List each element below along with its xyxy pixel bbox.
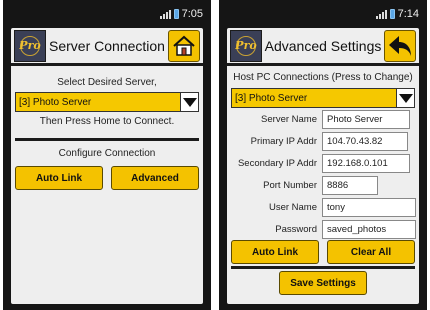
status-time: 7:14: [397, 8, 419, 20]
server-dropdown-value: [3] Photo Server: [235, 92, 308, 104]
auto-link-button[interactable]: Auto Link: [231, 240, 319, 264]
logo-text: Pro: [19, 39, 41, 52]
page-title: Server Connection: [49, 37, 165, 54]
title-bar: Pro Advanced Settings: [227, 28, 419, 66]
server-name-label: Server Name: [261, 113, 317, 125]
primary-ip-row: Primary IP Addr 104.70.43.82: [229, 131, 417, 151]
battery-icon: [173, 9, 179, 19]
pro-logo-icon: Pro: [230, 29, 262, 62]
password-row: Password saved_photos: [229, 219, 417, 239]
dropdown-arrow-icon[interactable]: [396, 89, 414, 107]
user-name-row: User Name tony: [229, 197, 417, 217]
status-bar: 7:14: [219, 0, 427, 28]
home-icon: [173, 35, 195, 56]
primary-ip-label: Primary IP Addr: [250, 135, 317, 147]
port-number-field[interactable]: 8886: [322, 175, 378, 195]
logo-text: Pro: [235, 39, 257, 52]
clear-all-button[interactable]: Clear All: [327, 240, 415, 264]
signal-icon: [159, 9, 171, 19]
status-time: 7:05: [181, 8, 203, 20]
dropdown-arrow-icon[interactable]: [180, 93, 198, 111]
secondary-ip-label: Secondary IP Addr: [237, 157, 317, 169]
secondary-ip-field[interactable]: 192.168.0.101: [322, 153, 410, 173]
password-field[interactable]: saved_photos: [322, 219, 416, 239]
battery-icon: [389, 9, 395, 19]
auto-link-button[interactable]: Auto Link: [15, 166, 103, 190]
page-title: Advanced Settings: [264, 37, 382, 54]
server-dropdown[interactable]: [3] Photo Server: [231, 88, 415, 108]
secondary-ip-row: Secondary IP Addr 192.168.0.101: [229, 153, 417, 173]
divider: [231, 266, 415, 269]
port-number-label: Port Number: [263, 179, 317, 191]
server-dropdown[interactable]: [3] Photo Server: [15, 92, 199, 112]
select-server-prompt: Select Desired Server,: [57, 77, 157, 88]
save-settings-button[interactable]: Save Settings: [279, 271, 367, 295]
advanced-button[interactable]: Advanced: [111, 166, 199, 190]
press-home-instruction: Then Press Home to Connect.: [39, 116, 175, 127]
server-name-field[interactable]: Photo Server: [322, 109, 410, 129]
host-pc-prompt: Host PC Connections (Press to Change): [233, 72, 413, 83]
back-arrow-icon: [389, 35, 411, 56]
advanced-settings-screen: Pro Advanced Settings Host PC Connection…: [227, 28, 419, 304]
server-dropdown-value: [3] Photo Server: [19, 96, 92, 108]
back-button[interactable]: [384, 29, 416, 62]
title-bar: Pro Server Connection: [11, 28, 203, 66]
port-number-row: Port Number 8886: [229, 175, 417, 195]
pro-logo-icon: Pro: [14, 29, 46, 62]
primary-ip-field[interactable]: 104.70.43.82: [322, 131, 408, 151]
signal-icon: [375, 9, 387, 19]
server-name-row: Server Name Photo Server: [229, 109, 417, 129]
divider: [15, 138, 199, 141]
phone-advanced-settings: 7:14 Pro Advanced Settings Host PC Conne…: [219, 0, 427, 310]
status-bar: 7:05: [3, 0, 211, 28]
password-label: Password: [275, 223, 317, 235]
user-name-label: User Name: [268, 201, 317, 213]
user-name-field[interactable]: tony: [322, 197, 416, 217]
configure-connection-label: Configure Connection: [58, 148, 156, 159]
server-connection-screen: Pro Server Connection Select Desired Ser…: [11, 28, 203, 304]
home-button[interactable]: [168, 29, 200, 62]
phone-server-connection: 7:05 Pro Server Connection Select Desire…: [3, 0, 211, 310]
